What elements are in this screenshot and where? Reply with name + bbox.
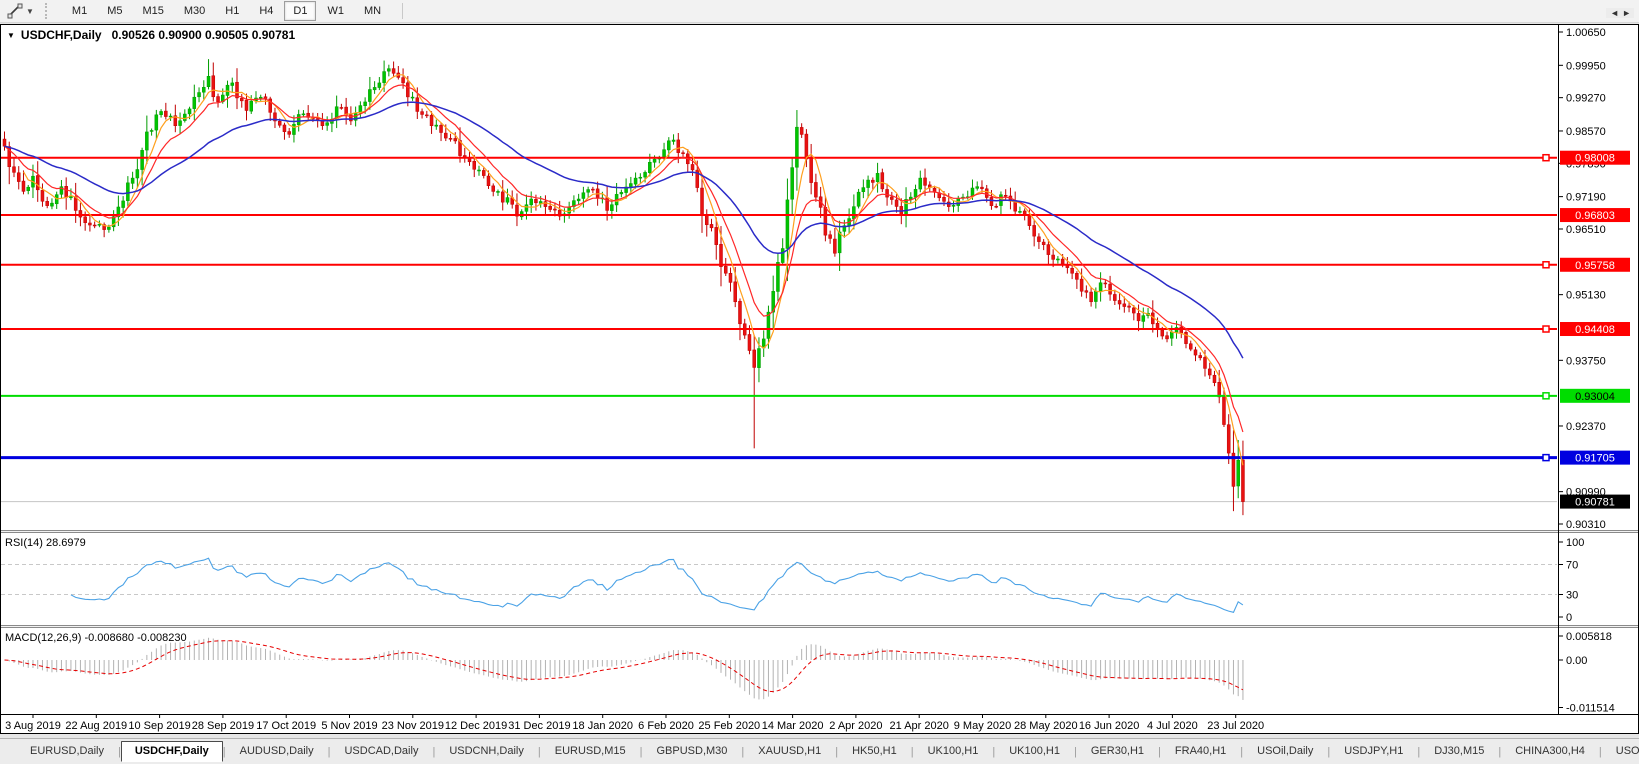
svg-text:0.98008: 0.98008 — [1575, 153, 1615, 165]
svg-text:0.93004: 0.93004 — [1575, 391, 1615, 403]
level-marker[interactable] — [1543, 393, 1549, 399]
level-marker[interactable] — [1543, 326, 1549, 332]
timeframe-button-m15[interactable]: M15 — [133, 1, 172, 21]
level-marker[interactable] — [1543, 455, 1549, 461]
svg-text:21 Apr 2020: 21 Apr 2020 — [890, 720, 949, 732]
svg-text:3 Aug 2019: 3 Aug 2019 — [5, 720, 61, 732]
chart-title: ▼ USDCHF,Daily 0.90526 0.90900 0.90505 0… — [7, 28, 295, 42]
timeframe-buttons: M1M5M15M30H1H4D1W1MN — [58, 0, 395, 22]
svg-text:0.96803: 0.96803 — [1575, 210, 1615, 222]
trendline-tool-icon — [7, 3, 23, 19]
svg-text:17 Oct 2019: 17 Oct 2019 — [256, 720, 316, 732]
svg-text:0.95758: 0.95758 — [1575, 260, 1615, 272]
svg-text:30: 30 — [1566, 590, 1578, 602]
chart-tab-eurusd-daily[interactable]: EURUSD,Daily — [16, 741, 118, 762]
svg-text:23 Jul 2020: 23 Jul 2020 — [1207, 720, 1264, 732]
chart-tab-audusd-daily[interactable]: AUDUSD,Daily — [226, 741, 328, 762]
svg-text:0.97190: 0.97190 — [1566, 192, 1606, 204]
timeframe-button-d1[interactable]: D1 — [284, 1, 316, 21]
chart-tab-usdcad-daily[interactable]: USDCAD,Daily — [330, 741, 432, 762]
svg-text:9 May 2020: 9 May 2020 — [954, 720, 1011, 732]
chart-tab-usoil-daily[interactable]: USOil,Daily — [1243, 741, 1327, 762]
chart-tab-china300-h4[interactable]: CHINA300,H4 — [1501, 741, 1599, 762]
svg-text:16 Jun 2020: 16 Jun 2020 — [1079, 720, 1140, 732]
svg-text:12 Dec 2019: 12 Dec 2019 — [445, 720, 507, 732]
timeframe-button-mn[interactable]: MN — [355, 1, 390, 21]
svg-text:5 Nov 2019: 5 Nov 2019 — [321, 720, 377, 732]
chart-canvas[interactable]: RSI(14) 28.6979 MACD(12,26,9) -0.008680 -… — [0, 24, 1639, 734]
chart-tab-ger30-h1[interactable]: GER30,H1 — [1077, 741, 1158, 762]
chart-tab-usdjpy-h1[interactable]: USDJPY,H1 — [1330, 741, 1417, 762]
timeframe-button-m5[interactable]: M5 — [98, 1, 131, 21]
svg-text:0.95130: 0.95130 — [1566, 290, 1606, 302]
svg-text:-0.011514: -0.011514 — [1566, 702, 1615, 714]
macd-label: MACD(12,26,9) -0.008680 -0.008230 — [5, 632, 187, 644]
chart-tab-gbpusd-m30[interactable]: GBPUSD,M30 — [643, 741, 742, 762]
rsi-label: RSI(14) 28.6979 — [5, 537, 86, 549]
svg-text:0.99950: 0.99950 — [1566, 60, 1606, 72]
svg-text:22 Aug 2019: 22 Aug 2019 — [65, 720, 127, 732]
svg-text:18 Jan 2020: 18 Jan 2020 — [572, 720, 633, 732]
chart-tab-usdcnh-daily[interactable]: USDCNH,Daily — [435, 741, 538, 762]
level-marker[interactable] — [1543, 155, 1549, 161]
chart-symbol-label: USDCHF,Daily — [21, 28, 102, 42]
chart-window: ▼ USDCHF,Daily 0.90526 0.90900 0.90505 0… — [0, 24, 1639, 734]
timeframe-button-h4[interactable]: H4 — [250, 1, 282, 21]
level-marker[interactable] — [1543, 262, 1549, 268]
svg-text:28 May 2020: 28 May 2020 — [1014, 720, 1078, 732]
top-toolbar: ▼ M1M5M15M30H1H4D1W1MN — [0, 0, 1639, 23]
svg-text:25 Feb 2020: 25 Feb 2020 — [698, 720, 760, 732]
svg-text:4 Jul 2020: 4 Jul 2020 — [1147, 720, 1198, 732]
chart-tab-eurusd-m15[interactable]: EURUSD,M15 — [541, 741, 640, 762]
svg-text:0.92370: 0.92370 — [1566, 421, 1606, 433]
chart-tab-uk100-h1[interactable]: UK100,H1 — [995, 741, 1074, 762]
chart-tab-hk50-h1[interactable]: HK50,H1 — [838, 741, 911, 762]
svg-text:2 Apr 2020: 2 Apr 2020 — [829, 720, 882, 732]
chart-ohlc-values: 0.90526 0.90900 0.90505 0.90781 — [112, 28, 296, 42]
chart-tab-usdchf-daily[interactable]: USDCHF,Daily — [121, 741, 223, 762]
chart-tab-usoil-h4[interactable]: USOil,H4 — [1602, 741, 1639, 762]
svg-text:0.96510: 0.96510 — [1566, 224, 1606, 236]
timeframe-button-h1[interactable]: H1 — [216, 1, 248, 21]
svg-text:28 Sep 2019: 28 Sep 2019 — [192, 720, 254, 732]
trendline-tool-button[interactable]: ▼ — [4, 2, 37, 20]
svg-text:0.93750: 0.93750 — [1566, 355, 1606, 367]
svg-text:0.94408: 0.94408 — [1575, 324, 1615, 336]
toolbar-divider — [402, 3, 403, 19]
chart-tab-xauusd-h1[interactable]: XAUUSD,H1 — [744, 741, 835, 762]
chart-tab-fra40-h1[interactable]: FRA40,H1 — [1161, 741, 1240, 762]
svg-text:23 Nov 2019: 23 Nov 2019 — [382, 720, 444, 732]
chart-tab-uk100-h1[interactable]: UK100,H1 — [914, 741, 993, 762]
svg-text:0.005818: 0.005818 — [1566, 631, 1612, 643]
svg-text:0: 0 — [1566, 612, 1572, 624]
svg-text:100: 100 — [1566, 537, 1584, 549]
chart-tab-dj30-m15[interactable]: DJ30,M15 — [1420, 741, 1498, 762]
dropdown-caret-icon[interactable]: ▼ — [26, 7, 34, 16]
svg-text:0.90310: 0.90310 — [1566, 519, 1606, 531]
svg-text:14 Mar 2020: 14 Mar 2020 — [762, 720, 824, 732]
svg-text:10 Sep 2019: 10 Sep 2019 — [128, 720, 190, 732]
tab-scroll-right-icon[interactable]: ► — [1622, 8, 1634, 18]
timeframe-button-m1[interactable]: M1 — [63, 1, 96, 21]
toolbar-grip — [45, 3, 52, 19]
svg-text:0.99270: 0.99270 — [1566, 93, 1606, 105]
svg-text:0.98570: 0.98570 — [1566, 126, 1606, 138]
tab-scroll-left-icon[interactable]: ◄ — [1610, 8, 1622, 18]
svg-text:31 Dec 2019: 31 Dec 2019 — [508, 720, 570, 732]
svg-text:6 Feb 2020: 6 Feb 2020 — [638, 720, 694, 732]
tab-scroll-arrows: ◄► — [1606, 8, 1634, 18]
svg-text:0.00: 0.00 — [1566, 655, 1587, 667]
chart-tab-bar: EURUSD,Daily|USDCHF,Daily|AUDUSD,Daily|U… — [0, 738, 1639, 764]
symbol-caret-icon[interactable]: ▼ — [7, 31, 15, 40]
svg-text:70: 70 — [1566, 560, 1578, 572]
svg-text:0.91705: 0.91705 — [1575, 453, 1615, 465]
timeframe-button-m30[interactable]: M30 — [175, 1, 214, 21]
svg-text:1.00650: 1.00650 — [1566, 27, 1606, 39]
svg-text:0.90781: 0.90781 — [1575, 497, 1615, 509]
timeframe-button-w1[interactable]: W1 — [318, 1, 353, 21]
